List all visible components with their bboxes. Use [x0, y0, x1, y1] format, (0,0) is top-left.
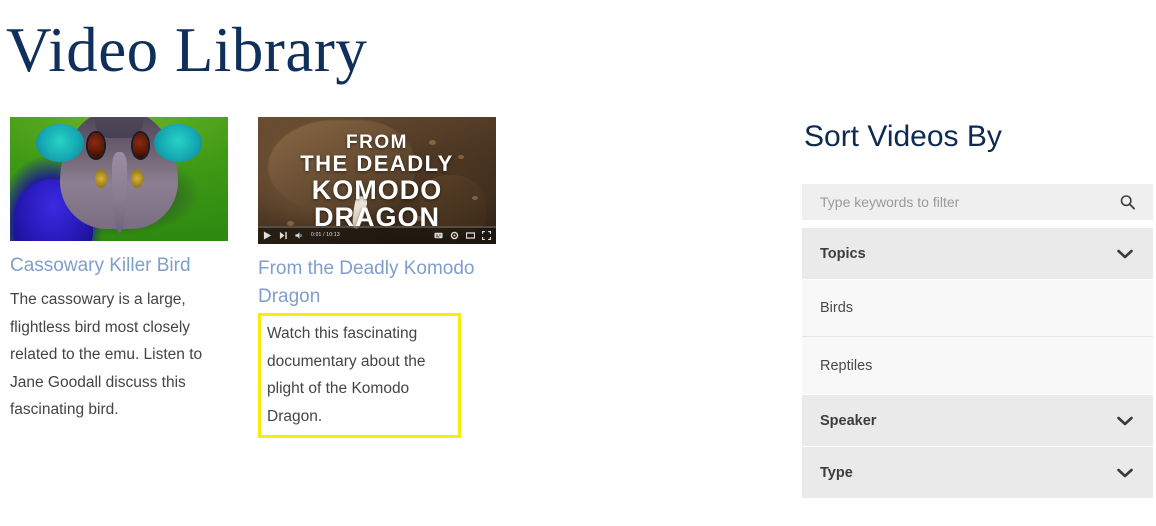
video-player-controls[interactable]: 0:01 / 10:13 [258, 226, 496, 244]
filter-item-label: Birds [820, 300, 854, 316]
chevron-down-icon[interactable] [1117, 416, 1133, 426]
filter-item-birds[interactable]: Birds [802, 280, 1153, 337]
progress-bar[interactable] [258, 226, 496, 228]
filter-group-speaker: Speaker [802, 395, 1153, 446]
video-thumbnail-cassowary[interactable] [10, 117, 228, 241]
filter-header-type[interactable]: Type [802, 447, 1153, 498]
fullscreen-icon[interactable] [482, 230, 491, 240]
filter-item-label: Reptiles [820, 357, 873, 374]
subtitles-icon[interactable] [434, 231, 443, 240]
settings-icon[interactable] [450, 231, 459, 240]
search-icon[interactable] [1120, 195, 1135, 210]
page-title: Video Library [6, 15, 368, 85]
search-input[interactable] [802, 184, 1153, 220]
cassowary-photo [10, 117, 228, 241]
filter-header-label: Type [820, 464, 853, 481]
sort-videos-sidebar: Sort Videos By Topics Birds [802, 118, 1153, 499]
chevron-down-icon[interactable] [1117, 249, 1133, 259]
video-card: Cassowary Killer Bird The cassowary is a… [10, 117, 228, 424]
filter-header-speaker[interactable]: Speaker [802, 395, 1153, 446]
komodo-dragon-photo [258, 117, 496, 244]
filter-search-box[interactable] [802, 184, 1153, 220]
volume-icon[interactable] [295, 231, 304, 240]
filter-header-label: Topics [820, 245, 866, 262]
player-time: 0:01 / 10:13 [311, 232, 340, 238]
video-description: The cassowary is a large, flightless bir… [10, 291, 203, 418]
video-thumbnail-komodo[interactable]: FROM THE DEADLY KOMODO DRAGON 0:01 / 10:… [258, 117, 496, 244]
sidebar-heading: Sort Videos By [804, 120, 1002, 153]
next-icon[interactable] [279, 231, 288, 240]
filter-accordion: Topics Birds Reptiles Speaker Type [802, 228, 1153, 498]
filter-item-reptiles[interactable]: Reptiles [802, 337, 1153, 394]
chevron-down-icon[interactable] [1117, 468, 1133, 478]
filter-header-label: Speaker [820, 412, 877, 429]
filter-header-topics[interactable]: Topics [802, 228, 1153, 279]
play-icon[interactable] [263, 230, 272, 240]
video-library-page: Video Library Cassowary Killer Bird The … [0, 0, 1156, 526]
theater-mode-icon[interactable] [466, 231, 475, 240]
filter-group-type: Type [802, 447, 1153, 498]
video-description-highlighted: Watch this fascinating documentary about… [258, 313, 461, 438]
filter-group-topics: Topics Birds Reptiles [802, 228, 1153, 394]
video-title-link[interactable]: From the Deadly Komodo Dragon [258, 255, 496, 311]
video-card: FROM THE DEADLY KOMODO DRAGON 0:01 / 10:… [258, 117, 496, 438]
video-title-link[interactable]: Cassowary Killer Bird [10, 252, 228, 280]
